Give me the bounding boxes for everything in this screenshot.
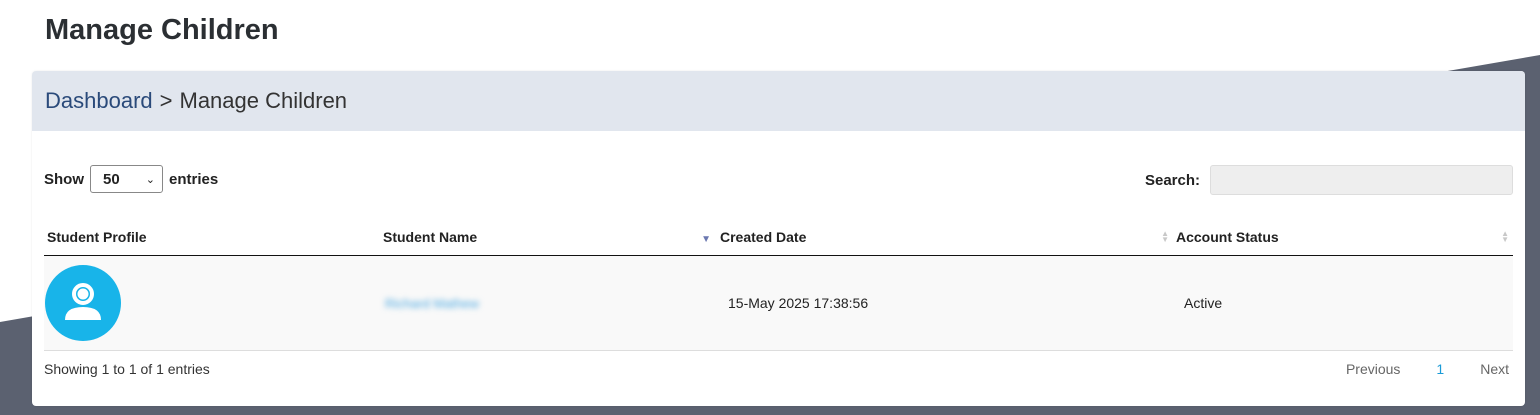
column-header-student-profile[interactable]: Student Profile [44,219,380,256]
column-header-label: Account Status [1176,229,1279,245]
account-status: Active [1184,295,1223,311]
breadcrumb-current: Manage Children [179,88,348,113]
search-label: Search: [1144,171,1200,189]
breadcrumb: Dashboard > Manage Children [32,71,1525,131]
student-name-cell: Richard Mathew [380,255,717,351]
column-header-label: Student Name [383,229,478,245]
search-input[interactable] [1210,165,1513,195]
created-date-cell: 15-May 2025 17:38:56 [717,255,1173,351]
breadcrumb-dashboard-link[interactable]: Dashboard [45,88,153,114]
chevron-down-icon: ⌄ [145,173,155,186]
table-info: Showing 1 to 1 of 1 entries [44,361,210,377]
column-header-student-name[interactable]: Student Name ▼ [380,219,717,256]
account-status-cell: Active [1173,255,1513,351]
sort-desc-icon: ▼ [701,234,711,245]
sort-both-icon: ▲ ▼ [1501,229,1509,244]
page-1-button[interactable]: 1 [1436,361,1444,377]
student-name-link[interactable]: Richard Mathew [381,296,479,311]
column-header-created-date[interactable]: Created Date ▲ ▼ [717,219,1173,256]
entries-length-control: Show 50 ⌄ entries [44,165,218,193]
entries-label: entries [169,170,219,188]
search-control: Search: [1145,165,1513,195]
pagination: Previous 1 Next [1346,361,1509,377]
column-header-account-status[interactable]: Account Status ▲ ▼ [1173,219,1513,256]
student-profile-cell [44,255,380,351]
user-avatar-icon [45,265,121,341]
created-date: 15-May 2025 17:38:56 [728,295,869,311]
previous-button[interactable]: Previous [1346,361,1400,377]
table-header-row: Student Profile Student Name ▼ Created D… [44,219,1513,256]
children-table: Student Profile Student Name ▼ Created D… [44,219,1513,351]
entries-select-value: 50 [103,170,120,188]
breadcrumb-separator: > [159,88,173,113]
column-header-label: Created Date [720,229,807,245]
next-button[interactable]: Next [1480,361,1509,377]
entries-select[interactable]: 50 ⌄ [90,165,163,193]
show-label: Show [44,170,84,188]
sort-both-icon: ▲ ▼ [1161,229,1169,244]
column-header-label: Student Profile [47,229,147,245]
children-card: Dashboard > Manage Children Show 50 ⌄ en… [32,71,1525,406]
table-controls: Show 50 ⌄ entries Search: [44,165,1513,197]
page-title: Manage Children [45,14,279,46]
table-row: Richard Mathew 15-May 2025 17:38:56 Acti… [44,255,1513,351]
